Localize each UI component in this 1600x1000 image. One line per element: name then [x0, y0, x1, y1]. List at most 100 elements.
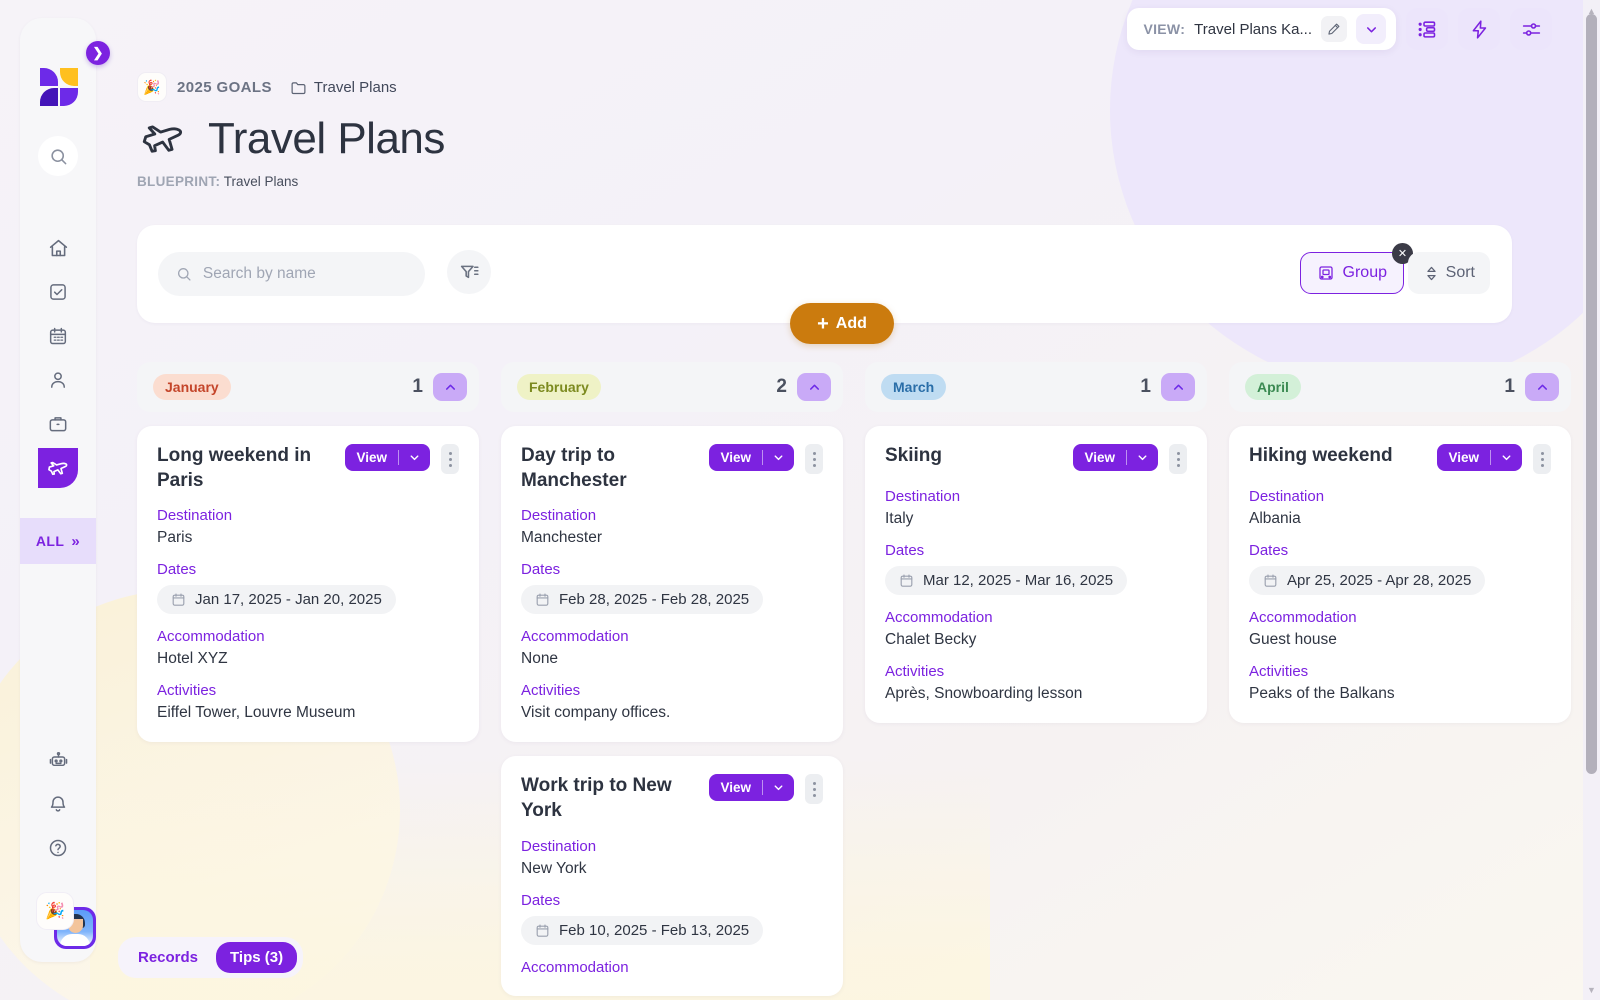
group-button[interactable]: Group — [1299, 252, 1404, 294]
card-menu-button[interactable] — [1169, 444, 1187, 474]
field-label: Destination — [521, 837, 597, 855]
calendar-icon — [900, 574, 913, 587]
kanban-column: February 2 Day trip to Manchester View Desti… — [501, 362, 843, 1000]
workspace-2025-goals-icon[interactable]: 🎉 — [137, 72, 167, 102]
page-title-row: Travel Plans — [137, 114, 445, 164]
scroll-down-icon[interactable]: ▼ — [1583, 981, 1600, 998]
calendar-icon — [536, 924, 549, 937]
view-dropdown-button[interactable] — [1356, 14, 1386, 44]
card-view-dropdown-button[interactable] — [1491, 451, 1522, 464]
filter-button[interactable] — [447, 250, 491, 294]
record-card[interactable]: Long weekend in Paris View Destination Pari… — [137, 426, 479, 743]
record-card[interactable]: Work trip to New York View Destination New … — [501, 756, 843, 996]
column-collapse-button[interactable] — [797, 373, 831, 401]
plane-icon — [47, 461, 67, 475]
sidebar-expand-button[interactable]: ❯ — [86, 41, 110, 65]
logo-quadrant-2 — [60, 68, 78, 86]
chevron-down-icon — [1138, 455, 1147, 461]
logo-quadrant-4 — [60, 88, 78, 106]
list-view-button[interactable] — [1406, 8, 1448, 50]
sidebar-item-help[interactable] — [20, 826, 96, 870]
field-value: Eiffel Tower, Louvre Museum — [157, 704, 356, 722]
card-view-dropdown-button[interactable] — [763, 781, 794, 794]
person-icon — [51, 372, 65, 388]
plus-icon: + — [817, 312, 829, 335]
kanban-column: March 1 Skiing View Destination Italy Dates Mar… — [865, 362, 1207, 1000]
view-edit-button[interactable] — [1321, 16, 1347, 42]
record-card[interactable]: Hiking weekend View Destination Albania Date… — [1229, 426, 1571, 723]
bottom-tab[interactable]: Records — [124, 942, 212, 973]
column-collapse-button[interactable] — [1525, 373, 1559, 401]
app-logo[interactable] — [40, 68, 78, 106]
card-view-dropdown-button[interactable] — [1127, 451, 1158, 464]
card-view-button[interactable]: View — [1073, 450, 1126, 465]
breadcrumb-workspace[interactable]: 2025 GOALS — [177, 79, 272, 96]
card-view-button-group: View — [709, 774, 794, 802]
view-selector[interactable]: VIEW: Travel Plans Ka... — [1127, 8, 1396, 50]
sidebar-item-tasks[interactable] — [20, 270, 96, 314]
sidebar-item-contacts[interactable] — [20, 358, 96, 402]
field-value: Albania — [1249, 510, 1301, 527]
add-label: Add — [835, 314, 867, 332]
card-view-button[interactable]: View — [345, 450, 398, 465]
sidebar: ALL » 🎉 — [20, 18, 96, 962]
column-collapse-button[interactable] — [1161, 373, 1195, 401]
scrollbar-thumb[interactable] — [1586, 14, 1597, 774]
breadcrumb-folder[interactable]: Travel Plans — [290, 79, 397, 96]
column-collapse-button[interactable] — [433, 373, 467, 401]
page-header: 🎉 2025 GOALS Travel Plans Travel Plans B… — [137, 72, 445, 189]
card-title: Day trip to Manchester — [521, 445, 627, 491]
card-view-button[interactable]: View — [1437, 450, 1490, 465]
sidebar-all-button[interactable]: ALL » — [20, 518, 96, 564]
home-icon — [49, 239, 67, 256]
bottom-tab[interactable]: Tips (3) — [216, 942, 298, 973]
lightning-icon — [1472, 19, 1486, 39]
field-label: Activities — [157, 682, 217, 700]
breadcrumb: 🎉 2025 GOALS Travel Plans — [137, 72, 445, 102]
decorative-circle-purple — [1110, 0, 1600, 390]
field-label: Destination — [885, 488, 961, 505]
card-menu-button[interactable] — [805, 444, 823, 474]
record-card[interactable]: Day trip to Manchester View Destination Man… — [501, 426, 843, 743]
column-count: 2 — [776, 376, 787, 397]
group-label: Group — [1342, 264, 1387, 281]
card-menu-button[interactable] — [1533, 444, 1551, 474]
column-header: January 1 — [137, 362, 479, 412]
sidebar-item-calendar[interactable] — [20, 314, 96, 358]
date-chip: Jan 17, 2025 - Jan 20, 2025 — [157, 585, 396, 615]
record-card[interactable]: Skiing View Destination Italy Dates Mar 12, 2… — [865, 426, 1207, 723]
field-value: Après, Snowboarding lesson — [885, 685, 1083, 702]
automations-button[interactable] — [1458, 8, 1500, 50]
card-view-button[interactable]: View — [709, 450, 762, 465]
field-label: Accommodation — [1249, 609, 1357, 626]
sidebar-item-home[interactable] — [20, 226, 96, 270]
vertical-scrollbar[interactable]: ▲ ▼ — [1583, 0, 1600, 1000]
search-input[interactable] — [202, 265, 407, 283]
card-menu-button[interactable] — [441, 444, 459, 474]
blueprint-key: BLUEPRINT: — [137, 174, 221, 189]
sidebar-item-work[interactable] — [20, 402, 96, 446]
field-value: Chalet Becky — [885, 631, 977, 648]
briefcase-icon — [49, 417, 67, 432]
card-view-button[interactable]: View — [709, 780, 762, 795]
chevron-down-icon — [1502, 455, 1511, 461]
card-view-dropdown-button[interactable] — [399, 451, 430, 464]
bell-icon — [50, 796, 66, 812]
settings-button[interactable] — [1510, 8, 1552, 50]
sidebar-item-travel[interactable] — [20, 446, 96, 490]
sidebar-search-button[interactable] — [38, 136, 78, 176]
workspace-2025-goals-badge[interactable]: 🎉 — [36, 892, 74, 930]
field-label: Accommodation — [521, 628, 629, 646]
sidebar-item-notifications[interactable] — [20, 782, 96, 826]
search-container[interactable] — [158, 252, 425, 296]
date-chip: Feb 28, 2025 - Feb 28, 2025 — [521, 585, 764, 615]
avatar-body — [60, 934, 90, 946]
tasks-icon — [50, 284, 66, 300]
add-button[interactable]: + Add — [790, 303, 894, 344]
field-label: Activities — [521, 682, 581, 700]
card-view-dropdown-button[interactable] — [763, 451, 794, 464]
sort-button[interactable]: Sort — [1407, 252, 1490, 294]
help-icon — [49, 839, 67, 857]
sidebar-item-assistant[interactable] — [20, 738, 96, 782]
card-menu-button[interactable] — [805, 774, 823, 805]
